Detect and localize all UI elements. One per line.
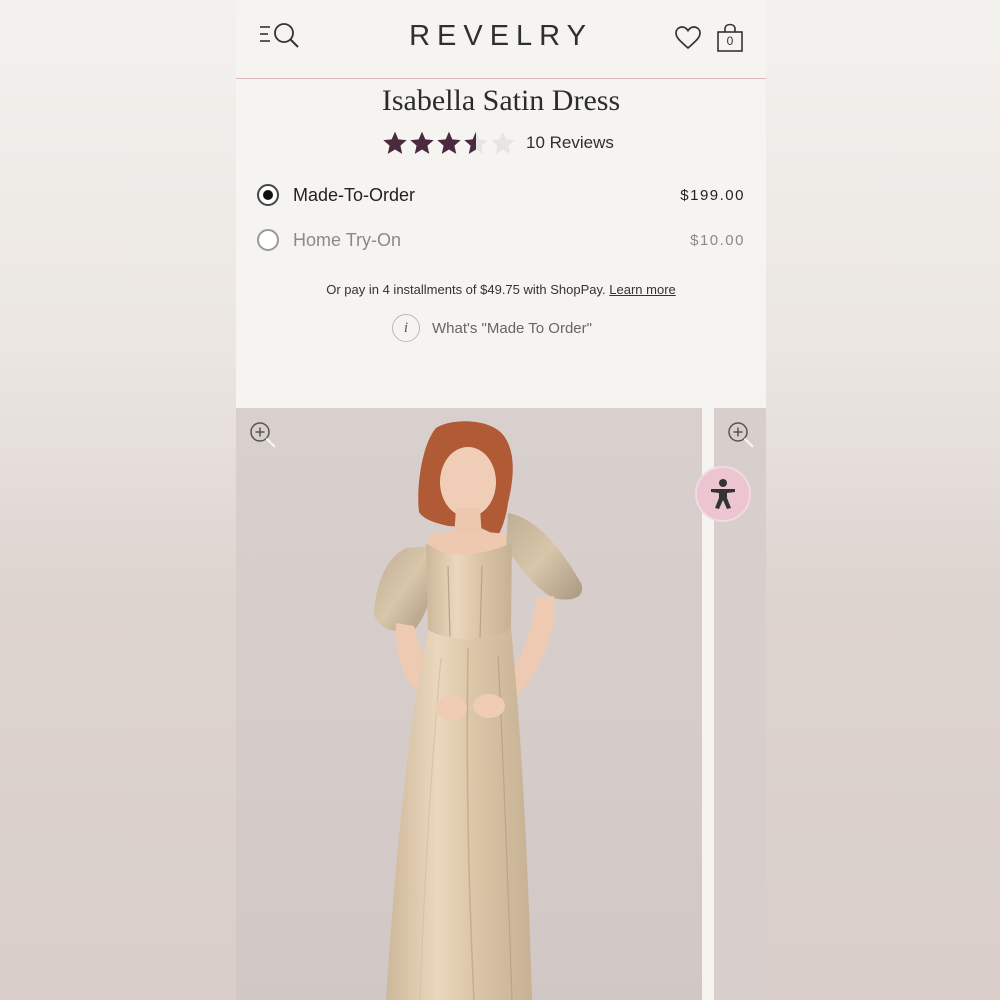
learn-more-link[interactable]: Learn more xyxy=(609,282,675,297)
installments-note: Or pay in 4 installments of $49.75 with … xyxy=(236,282,766,297)
star-icon xyxy=(410,131,434,154)
option-price: $10.00 xyxy=(690,231,745,249)
made-to-order-info[interactable]: i What's "Made To Order" xyxy=(392,314,592,342)
product-title: Isabella Satin Dress xyxy=(381,84,621,117)
star-icon xyxy=(383,131,407,154)
bag-count-badge: 0 xyxy=(726,34,734,48)
option-home-try-on[interactable]: Home Try-On $10.00 xyxy=(257,225,745,255)
option-price: $199.00 xyxy=(680,186,745,204)
wishlist-heart-icon[interactable] xyxy=(674,25,702,51)
radio-button[interactable] xyxy=(257,229,279,251)
radio-button-selected[interactable] xyxy=(257,184,279,206)
accessibility-person-icon xyxy=(711,479,735,509)
info-text: What's "Made To Order" xyxy=(432,319,592,337)
option-label: Made-To-Order xyxy=(293,184,416,205)
zoom-in-icon[interactable] xyxy=(726,420,756,450)
rating-summary: 10 Reviews xyxy=(382,128,614,158)
mobile-page: REVELRY 0 Isabella Satin Dress 10 Review… xyxy=(236,0,766,1000)
reviews-link[interactable]: 10 Reviews xyxy=(526,133,614,153)
accessibility-button[interactable] xyxy=(695,466,751,522)
info-icon: i xyxy=(392,314,420,342)
product-image-main[interactable] xyxy=(236,408,702,1000)
star-rating xyxy=(382,130,516,156)
star-icon xyxy=(437,131,461,154)
option-label: Home Try-On xyxy=(293,229,402,250)
site-header: REVELRY 0 xyxy=(236,0,766,79)
installments-text: Or pay in 4 installments of $49.75 with … xyxy=(326,282,606,297)
option-made-to-order[interactable]: Made-To-Order $199.00 xyxy=(257,180,745,210)
model-in-satin-dress-image xyxy=(374,421,583,1000)
zoom-in-icon[interactable] xyxy=(248,420,278,450)
half-star-icon xyxy=(464,131,488,154)
empty-star-icon xyxy=(491,131,515,154)
